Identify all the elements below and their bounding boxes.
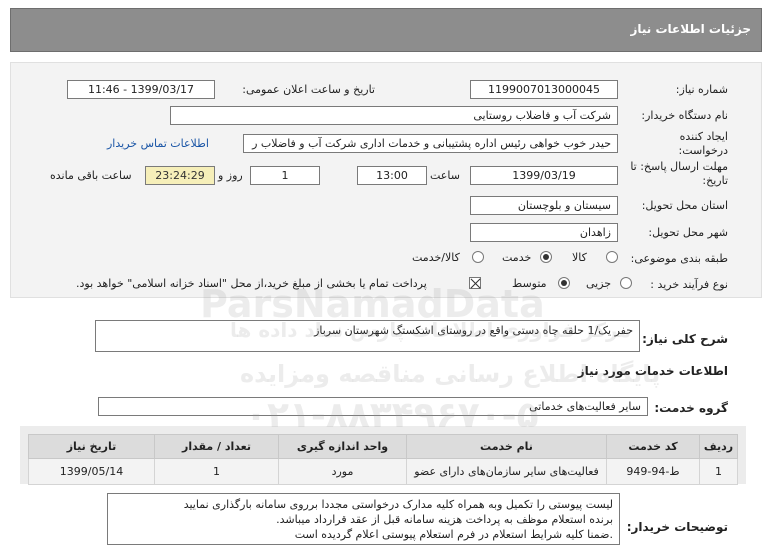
table-row: 1 ط-94-949 فعالیت‌های سایر سازمان‌های دا…	[28, 458, 738, 485]
category-goods-service-radio[interactable]	[472, 251, 484, 263]
summary-box: حفر یک/1 حلقه چاه دستی واقع در روستای اش…	[95, 320, 640, 352]
services-section-title: اطلاعات خدمات مورد نیاز	[577, 364, 728, 378]
category-goods-service-label: کالا/خدمت	[412, 251, 460, 264]
province-field[interactable]: سیستان و بلوچستان	[470, 196, 618, 215]
col-row-number: ردیف	[699, 434, 738, 459]
province-label: استان محل تحویل:	[641, 199, 728, 212]
buyer-notes-line: لیست پیوستی را تکمیل وبه همراه کلیه مدار…	[183, 498, 613, 511]
treasury-payment-checkbox[interactable]	[469, 277, 481, 289]
buyer-org-label: نام دستگاه خریدار:	[641, 109, 728, 122]
process-medium-radio[interactable]	[558, 277, 570, 289]
col-quantity: تعداد / مقدار	[154, 434, 279, 459]
cell-quantity: 1	[154, 458, 279, 485]
service-group-field[interactable]: سایر فعالیت‌های خدماتی	[98, 397, 648, 416]
process-minor-radio[interactable]	[620, 277, 632, 289]
col-service-code: کد خدمت	[606, 434, 700, 459]
summary-label: شرح کلی نیاز:	[642, 332, 728, 346]
process-minor-label: جزیی	[586, 277, 612, 290]
remaining-timer: 23:24:29	[145, 166, 215, 185]
col-service-name: نام خدمت	[406, 434, 607, 459]
services-table: ردیف کد خدمت نام خدمت واحد اندازه گیری ت…	[28, 434, 738, 485]
cell-unit: مورد	[278, 458, 407, 485]
page-title: جزئیات اطلاعات نیاز	[630, 22, 751, 36]
deadline-label: مهلت ارسال پاسخ: تا تاریخ:	[630, 160, 728, 187]
remaining-label: ساعت باقی مانده	[50, 169, 132, 182]
city-label: شهر محل تحویل:	[648, 226, 728, 239]
page-header: جزئیات اطلاعات نیاز	[10, 8, 762, 52]
col-unit: واحد اندازه گیری	[278, 434, 407, 459]
creator-field[interactable]: حیدر خوب خواهی رئیس اداره پشتیبانی و خدم…	[243, 134, 618, 153]
cell-need-date: 1399/05/14	[28, 458, 155, 485]
page: جزئیات اطلاعات نیاز شماره نیاز: 11990070…	[0, 0, 770, 545]
days-label: روز و	[218, 169, 243, 182]
buyer-org-field[interactable]: شرکت آب و فاضلاب روستایی	[170, 106, 618, 125]
need-number-field[interactable]: 1199007013000045	[470, 80, 618, 99]
category-goods-label: کالا	[572, 251, 587, 264]
cell-service-code: ط-94-949	[606, 458, 700, 485]
deadline-time-field[interactable]: 13:00	[357, 166, 427, 185]
days-field[interactable]: 1	[250, 166, 320, 185]
deadline-date-field[interactable]: 1399/03/19	[470, 166, 618, 185]
city-field[interactable]: زاهدان	[470, 223, 618, 242]
process-medium-label: متوسط	[512, 277, 547, 290]
time-label: ساعت	[430, 169, 460, 182]
cell-row-number: 1	[699, 458, 738, 485]
announce-field[interactable]: 1399/03/17 - 11:46	[67, 80, 215, 99]
buyer-notes-line: .ضمنا کلیه شرایط استعلام در فرم استعلام …	[294, 528, 613, 541]
treasury-payment-note: پرداخت تمام یا بخشی از مبلغ خرید،از محل …	[76, 277, 427, 290]
category-service-radio[interactable]	[540, 251, 552, 263]
category-label: طبقه بندی موضوعی:	[630, 252, 728, 265]
process-label: نوع فرآیند خرید :	[650, 278, 728, 291]
creator-label: ایجاد کننده درخواست:	[678, 130, 728, 157]
cell-service-name: فعالیت‌های سایر سازمان‌های دارای عضو	[406, 458, 607, 485]
buyer-contact-link[interactable]: اطلاعات تماس خریدار	[107, 137, 209, 150]
buyer-notes-line: برنده استعلام موظف به پرداخت هزینه سامان…	[276, 513, 613, 526]
need-number-label: شماره نیاز:	[675, 83, 728, 96]
category-goods-radio[interactable]	[606, 251, 618, 263]
announce-label: تاریخ و ساعت اعلان عمومی:	[242, 83, 375, 96]
services-table-header: ردیف کد خدمت نام خدمت واحد اندازه گیری ت…	[28, 434, 738, 459]
col-need-date: تاریخ نیاز	[28, 434, 155, 459]
service-group-label: گروه خدمت:	[654, 401, 728, 415]
buyer-notes-box: لیست پیوستی را تکمیل وبه همراه کلیه مدار…	[107, 493, 620, 545]
buyer-notes-label: توضیحات خریدار:	[626, 520, 728, 534]
category-service-label: خدمت	[502, 251, 532, 264]
